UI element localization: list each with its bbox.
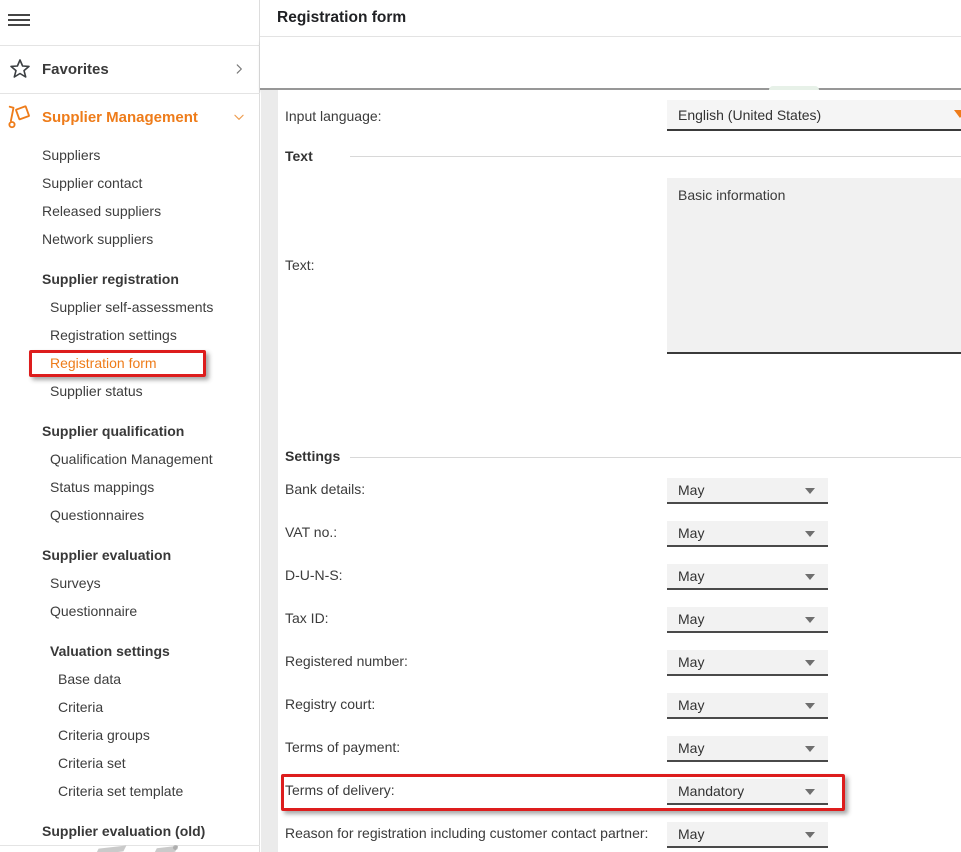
select-value: May [678,654,704,670]
chevron-down-icon [805,574,815,580]
sidebar-item-supplier-contact[interactable]: Supplier contact [0,169,260,197]
chevron-down-icon [805,660,815,666]
text-section-heading: Text [285,148,313,164]
supplier-management-label: Supplier Management [42,109,198,126]
chevron-down-icon [805,488,815,494]
sidebar-item-registration-form[interactable]: Registration form [0,349,260,377]
sidebar-item-qualification-management[interactable]: Qualification Management [0,445,260,473]
sidebar-item-status-mappings[interactable]: Status mappings [0,473,260,501]
select-value: May [678,826,704,842]
select-value: May [678,611,704,627]
chevron-down-icon [232,110,246,124]
sidebar-item-network-suppliers[interactable]: Network suppliers [0,225,260,253]
sidebar-item-criteria-groups[interactable]: Criteria groups [0,721,260,749]
page-header: Registration form [260,0,961,37]
input-language-label: Input language: [285,108,382,124]
chevron-down-icon [805,617,815,623]
sidebar-section-supplier-registration: Supplier registration [0,265,260,293]
chevron-down-icon [805,703,815,709]
menu-hamburger-icon[interactable] [8,11,30,29]
bank-details-label: Bank details: [285,481,365,497]
vat-no-select[interactable]: May [667,521,828,547]
select-value: May [678,740,704,756]
chevron-down-icon [805,531,815,537]
text-textarea[interactable]: Basic information [667,178,961,354]
sidebar-item-base-data[interactable]: Base data [0,665,260,693]
input-language-value: English (United States) [678,107,821,123]
reason-for-registration-label: Reason for registration including custom… [285,825,648,841]
registered-number-select[interactable]: May [667,650,828,676]
sidebar-section-supplier-qualification: Supplier qualification [0,417,260,445]
sidebar-item-surveys[interactable]: Surveys [0,569,260,597]
brand-logo [96,845,127,852]
sidebar-section-supplier-evaluation: Supplier evaluation [0,541,260,569]
sidebar-item-suppliers[interactable]: Suppliers [0,141,260,169]
select-value: May [678,525,704,541]
sidebar-item-released-suppliers[interactable]: Released suppliers [0,197,260,225]
duns-select[interactable]: May [667,564,828,590]
select-value: May [678,482,704,498]
terms-of-payment-select[interactable]: May [667,736,828,762]
bank-details-select[interactable]: May [667,478,828,504]
hand-truck-icon [7,102,33,132]
chevron-down-icon [954,110,961,118]
sidebar-item-criteria-set-template[interactable]: Criteria set template [0,777,260,805]
section-rule [350,156,961,157]
sidebar-item-criteria-set[interactable]: Criteria set [0,749,260,777]
text-field-label: Text: [285,257,315,273]
registry-court-label: Registry court: [285,696,375,712]
chevron-right-icon [232,62,246,76]
sidebar-section-valuation-settings: Valuation settings [0,637,260,665]
duns-label: D-U-N-S: [285,567,343,583]
chevron-down-icon [805,832,815,838]
terms-of-delivery-label: Terms of delivery: [285,782,395,798]
scrollbar-track[interactable] [261,90,278,852]
sidebar-item-supplier-self-assessments[interactable]: Supplier self-assessments [0,293,260,321]
sidebar-item-favorites[interactable]: Favorites [0,45,260,93]
settings-section-heading: Settings [285,448,340,464]
tax-id-select[interactable]: May [667,607,828,633]
select-value: Mandatory [678,783,744,799]
sidebar-section-supplier-evaluation-old: Supplier evaluation (old) [0,817,260,845]
app-window: Favorites Supplier Management [0,0,961,852]
chevron-down-icon [805,789,815,795]
star-icon [7,57,33,81]
tax-id-label: Tax ID: [285,610,329,626]
section-rule [350,457,961,458]
select-value: May [678,568,704,584]
registered-number-label: Registered number: [285,653,408,669]
sidebar-nav: Suppliers Supplier contact Released supp… [0,141,260,845]
select-value: May [678,697,704,713]
sidebar: Favorites Supplier Management [0,0,260,852]
sidebar-item-questionnaires[interactable]: Questionnaires [0,501,260,529]
favorites-label: Favorites [42,61,109,78]
terms-of-delivery-select[interactable]: Mandatory [667,779,828,805]
sidebar-item-questionnaire[interactable]: Questionnaire [0,597,260,625]
toolbar: Save and close SAVE Import default texts [260,38,961,90]
divider [0,845,260,846]
sidebar-item-registration-settings[interactable]: Registration settings [0,321,260,349]
sidebar-item-supplier-management[interactable]: Supplier Management [0,93,260,141]
brand-logo [173,845,178,850]
chevron-down-icon [805,746,815,752]
input-language-select[interactable]: English (United States) [667,100,961,131]
reason-for-registration-select[interactable]: May [667,822,828,848]
sidebar-item-criteria[interactable]: Criteria [0,693,260,721]
registry-court-select[interactable]: May [667,693,828,719]
page-title: Registration form [277,9,406,27]
sidebar-item-supplier-status[interactable]: Supplier status [0,377,260,405]
terms-of-payment-label: Terms of payment: [285,739,400,755]
vat-no-label: VAT no.: [285,524,337,540]
